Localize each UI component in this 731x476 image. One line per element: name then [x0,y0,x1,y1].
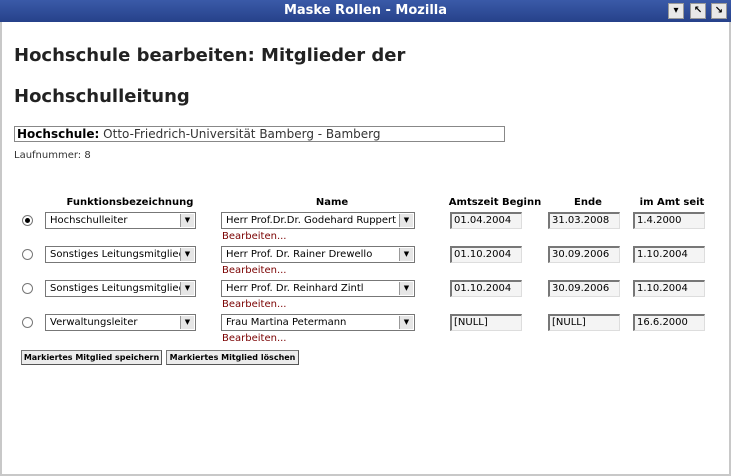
dropdown-arrow-icon: ▼ [180,214,194,227]
amtszeit-ende-input[interactable]: 30.09.2006 [548,246,620,263]
page-title-line1: Hochschule bearbeiten: Mitglieder der [14,45,406,66]
window-title: Maske Rollen - Mozilla [283,3,448,18]
funktion-select[interactable]: Sonstiges Leitungsmitglied ▼ [45,280,196,297]
row-select-radio[interactable] [22,215,33,226]
dropdown-arrow-icon: ▼ [180,282,194,295]
funktion-select[interactable]: Verwaltungsleiter ▼ [45,314,196,331]
window-titlebar: Maske Rollen - Mozilla ▾ ↖ ↘ [0,0,731,22]
name-select[interactable]: Herr Prof. Dr. Reinhard Zintl ▼ [221,280,415,297]
funktion-select-value: Verwaltungsleiter [50,317,138,328]
name-select-value: Herr Prof.Dr.Dr. Godehard Ruppert [226,215,397,226]
amtszeit-beginn-input[interactable]: 01.10.2004 [450,246,522,263]
column-header-ende: Ende [574,197,602,208]
name-select-value: Frau Martina Petermann [226,317,347,328]
funktion-select[interactable]: Hochschulleiter ▼ [45,212,196,229]
column-header-seit: im Amt seit [639,197,705,208]
arrow-down-right-icon: ↘ [714,5,724,16]
amtszeit-ende-input[interactable]: 30.09.2006 [548,280,620,297]
im-amt-seit-input[interactable]: 1.10.2004 [633,246,705,263]
window-restore-button[interactable]: ↘ [711,3,727,19]
save-member-button[interactable]: Markiertes Mitglied speichern [21,350,162,365]
chevron-down-icon: ▾ [673,5,679,16]
funktion-select-value: Hochschulleiter [50,215,128,226]
name-select-value: Herr Prof. Dr. Reinhard Zintl [226,283,364,294]
name-select[interactable]: Herr Prof.Dr.Dr. Godehard Ruppert ▼ [221,212,415,229]
funktion-select[interactable]: Sonstiges Leitungsmitglied ▼ [45,246,196,263]
funktion-select-value: Sonstiges Leitungsmitglied [50,249,185,260]
im-amt-seit-input[interactable]: 16.6.2000 [633,314,705,331]
hochschule-label: Hochschule: [17,127,100,141]
page-title-line2: Hochschulleitung [14,86,190,107]
row-select-radio[interactable] [22,283,33,294]
column-header-funktion: Funktionsbezeichnung [66,197,194,208]
im-amt-seit-input[interactable]: 1.10.2004 [633,280,705,297]
dropdown-arrow-icon: ▼ [399,282,413,295]
name-select[interactable]: Herr Prof. Dr. Rainer Drewello ▼ [221,246,415,263]
hochschule-value: Otto-Friedrich-Universität Bamberg - Bam… [103,127,381,141]
row-select-radio[interactable] [22,249,33,260]
dropdown-arrow-icon: ▼ [399,248,413,261]
im-amt-seit-input[interactable]: 1.4.2000 [633,212,705,229]
column-header-beginn: Amtszeit Beginn [448,197,542,208]
hochschule-field: Hochschule: Otto-Friedrich-Universität B… [14,126,505,142]
name-select[interactable]: Frau Martina Petermann ▼ [221,314,415,331]
delete-member-button[interactable]: Markiertes Mitglied löschen [166,350,299,365]
dropdown-arrow-icon: ▼ [399,214,413,227]
bearbeiten-link[interactable]: Bearbeiten... [222,231,286,242]
dropdown-arrow-icon: ▼ [180,316,194,329]
dropdown-arrow-icon: ▼ [399,316,413,329]
amtszeit-beginn-input[interactable]: 01.04.2004 [450,212,522,229]
row-select-radio[interactable] [22,317,33,328]
bearbeiten-link[interactable]: Bearbeiten... [222,265,286,276]
window-menu-button[interactable]: ▾ [668,3,684,19]
amtszeit-beginn-input[interactable]: 01.10.2004 [450,280,522,297]
arrow-up-left-icon: ↖ [693,5,703,16]
dropdown-arrow-icon: ▼ [180,248,194,261]
radio-selected-dot [25,218,30,223]
name-select-value: Herr Prof. Dr. Rainer Drewello [226,249,373,260]
amtszeit-ende-input[interactable]: 31.03.2008 [548,212,620,229]
laufnummer-text: Laufnummer: 8 [14,150,91,161]
funktion-select-value: Sonstiges Leitungsmitglied [50,283,185,294]
window-maximize-button[interactable]: ↖ [690,3,706,19]
bearbeiten-link[interactable]: Bearbeiten... [222,333,286,344]
column-header-name: Name [315,197,349,208]
bearbeiten-link[interactable]: Bearbeiten... [222,299,286,310]
amtszeit-ende-input[interactable]: [NULL] [548,314,620,331]
amtszeit-beginn-input[interactable]: [NULL] [450,314,522,331]
